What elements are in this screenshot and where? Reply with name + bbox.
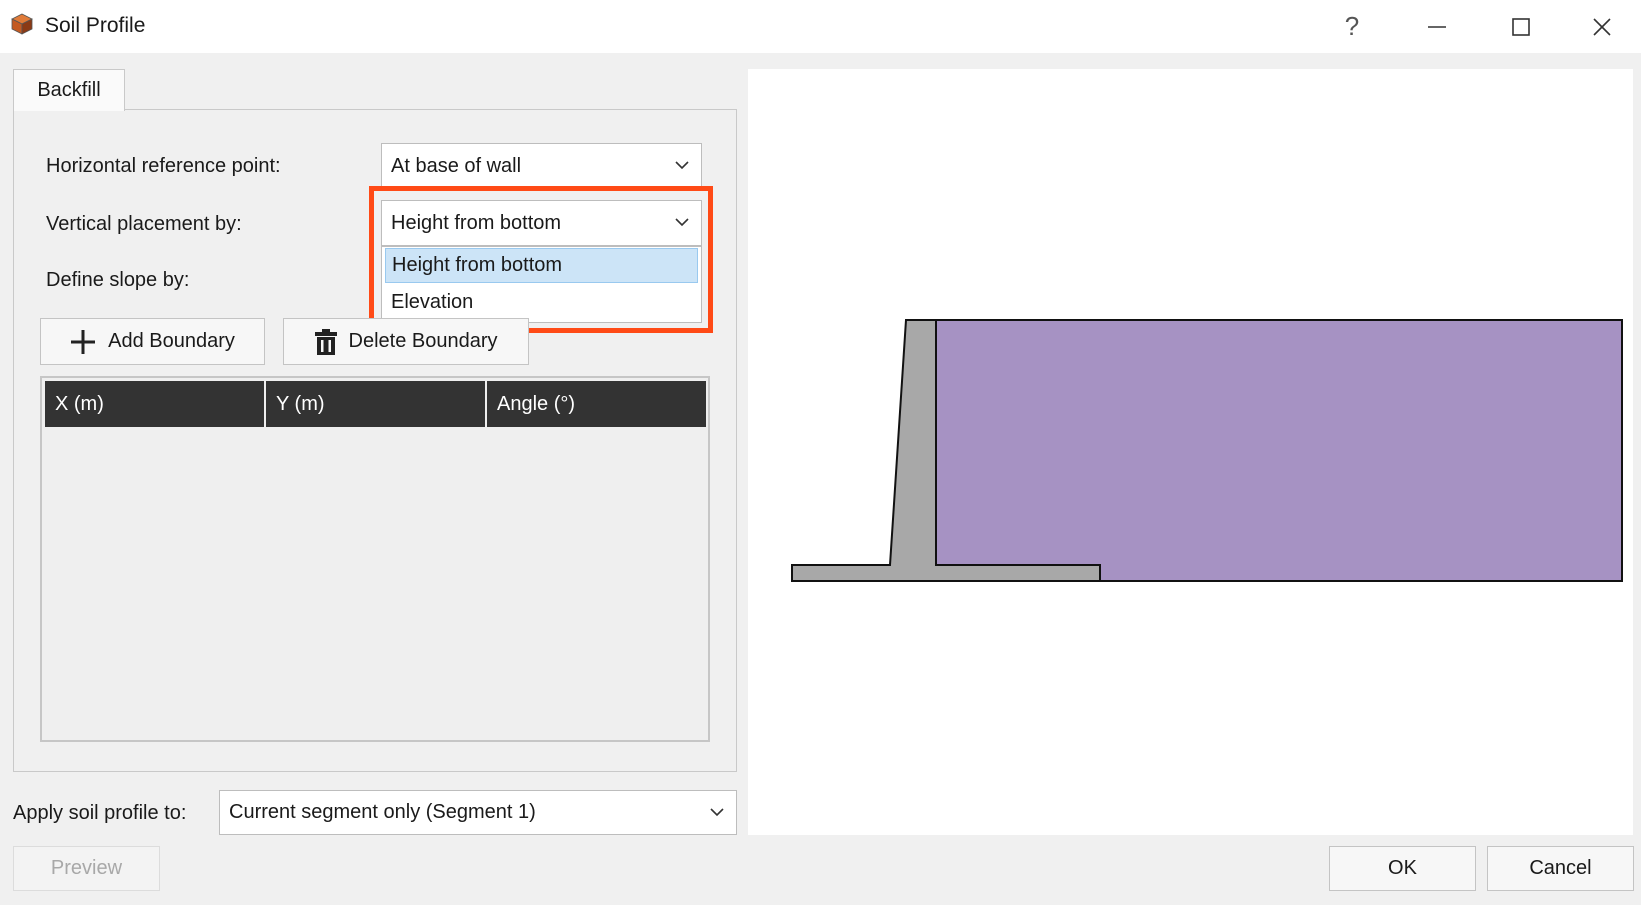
boundary-table[interactable]: X (m) Y (m) Angle (°): [40, 376, 710, 742]
trash-icon: [314, 328, 337, 355]
help-icon: ?: [1344, 11, 1360, 41]
preview-button[interactable]: Preview: [13, 846, 160, 891]
delete-boundary-label: Delete Boundary: [348, 330, 498, 352]
add-boundary-button[interactable]: Add Boundary: [40, 318, 265, 365]
chevron-down-icon: [710, 807, 724, 816]
cancel-button[interactable]: Cancel: [1487, 846, 1634, 891]
add-boundary-label: Add Boundary: [108, 330, 235, 352]
minimize-icon: [1428, 25, 1446, 28]
preview-canvas: [748, 69, 1633, 835]
define-slope-label: Define slope by:: [46, 269, 190, 291]
apply-soil-profile-select[interactable]: Current segment only (Segment 1): [219, 790, 737, 835]
maximize-button[interactable]: [1479, 0, 1563, 53]
horizontal-reference-value: At base of wall: [391, 154, 522, 177]
minimize-button[interactable]: [1395, 0, 1479, 53]
horizontal-reference-select[interactable]: At base of wall: [381, 143, 702, 189]
annotation-highlight-box: [369, 186, 713, 333]
help-button[interactable]: ?: [1310, 0, 1394, 53]
column-header-angle[interactable]: Angle (°): [487, 381, 706, 427]
apply-soil-profile-value: Current segment only (Segment 1): [229, 801, 536, 823]
column-header-x[interactable]: X (m): [45, 381, 264, 427]
chevron-down-icon: [675, 161, 689, 170]
delete-boundary-button[interactable]: Delete Boundary: [283, 318, 529, 365]
plus-icon: [71, 329, 96, 354]
app-icon: [11, 13, 33, 35]
apply-soil-profile-label: Apply soil profile to:: [13, 802, 187, 824]
window-title: Soil Profile: [45, 14, 146, 37]
vertical-placement-label: Vertical placement by:: [46, 213, 242, 235]
ok-button[interactable]: OK: [1329, 846, 1476, 891]
soil-profile-drawing: [791, 319, 1623, 582]
maximize-icon: [1512, 17, 1530, 36]
backfill-soil-region: [935, 319, 1623, 582]
column-header-y[interactable]: Y (m): [266, 381, 485, 427]
horizontal-reference-label: Horizontal reference point:: [46, 155, 281, 177]
close-button[interactable]: [1563, 0, 1641, 53]
tab-backfill[interactable]: Backfill: [13, 69, 125, 111]
close-icon: [1593, 17, 1611, 36]
